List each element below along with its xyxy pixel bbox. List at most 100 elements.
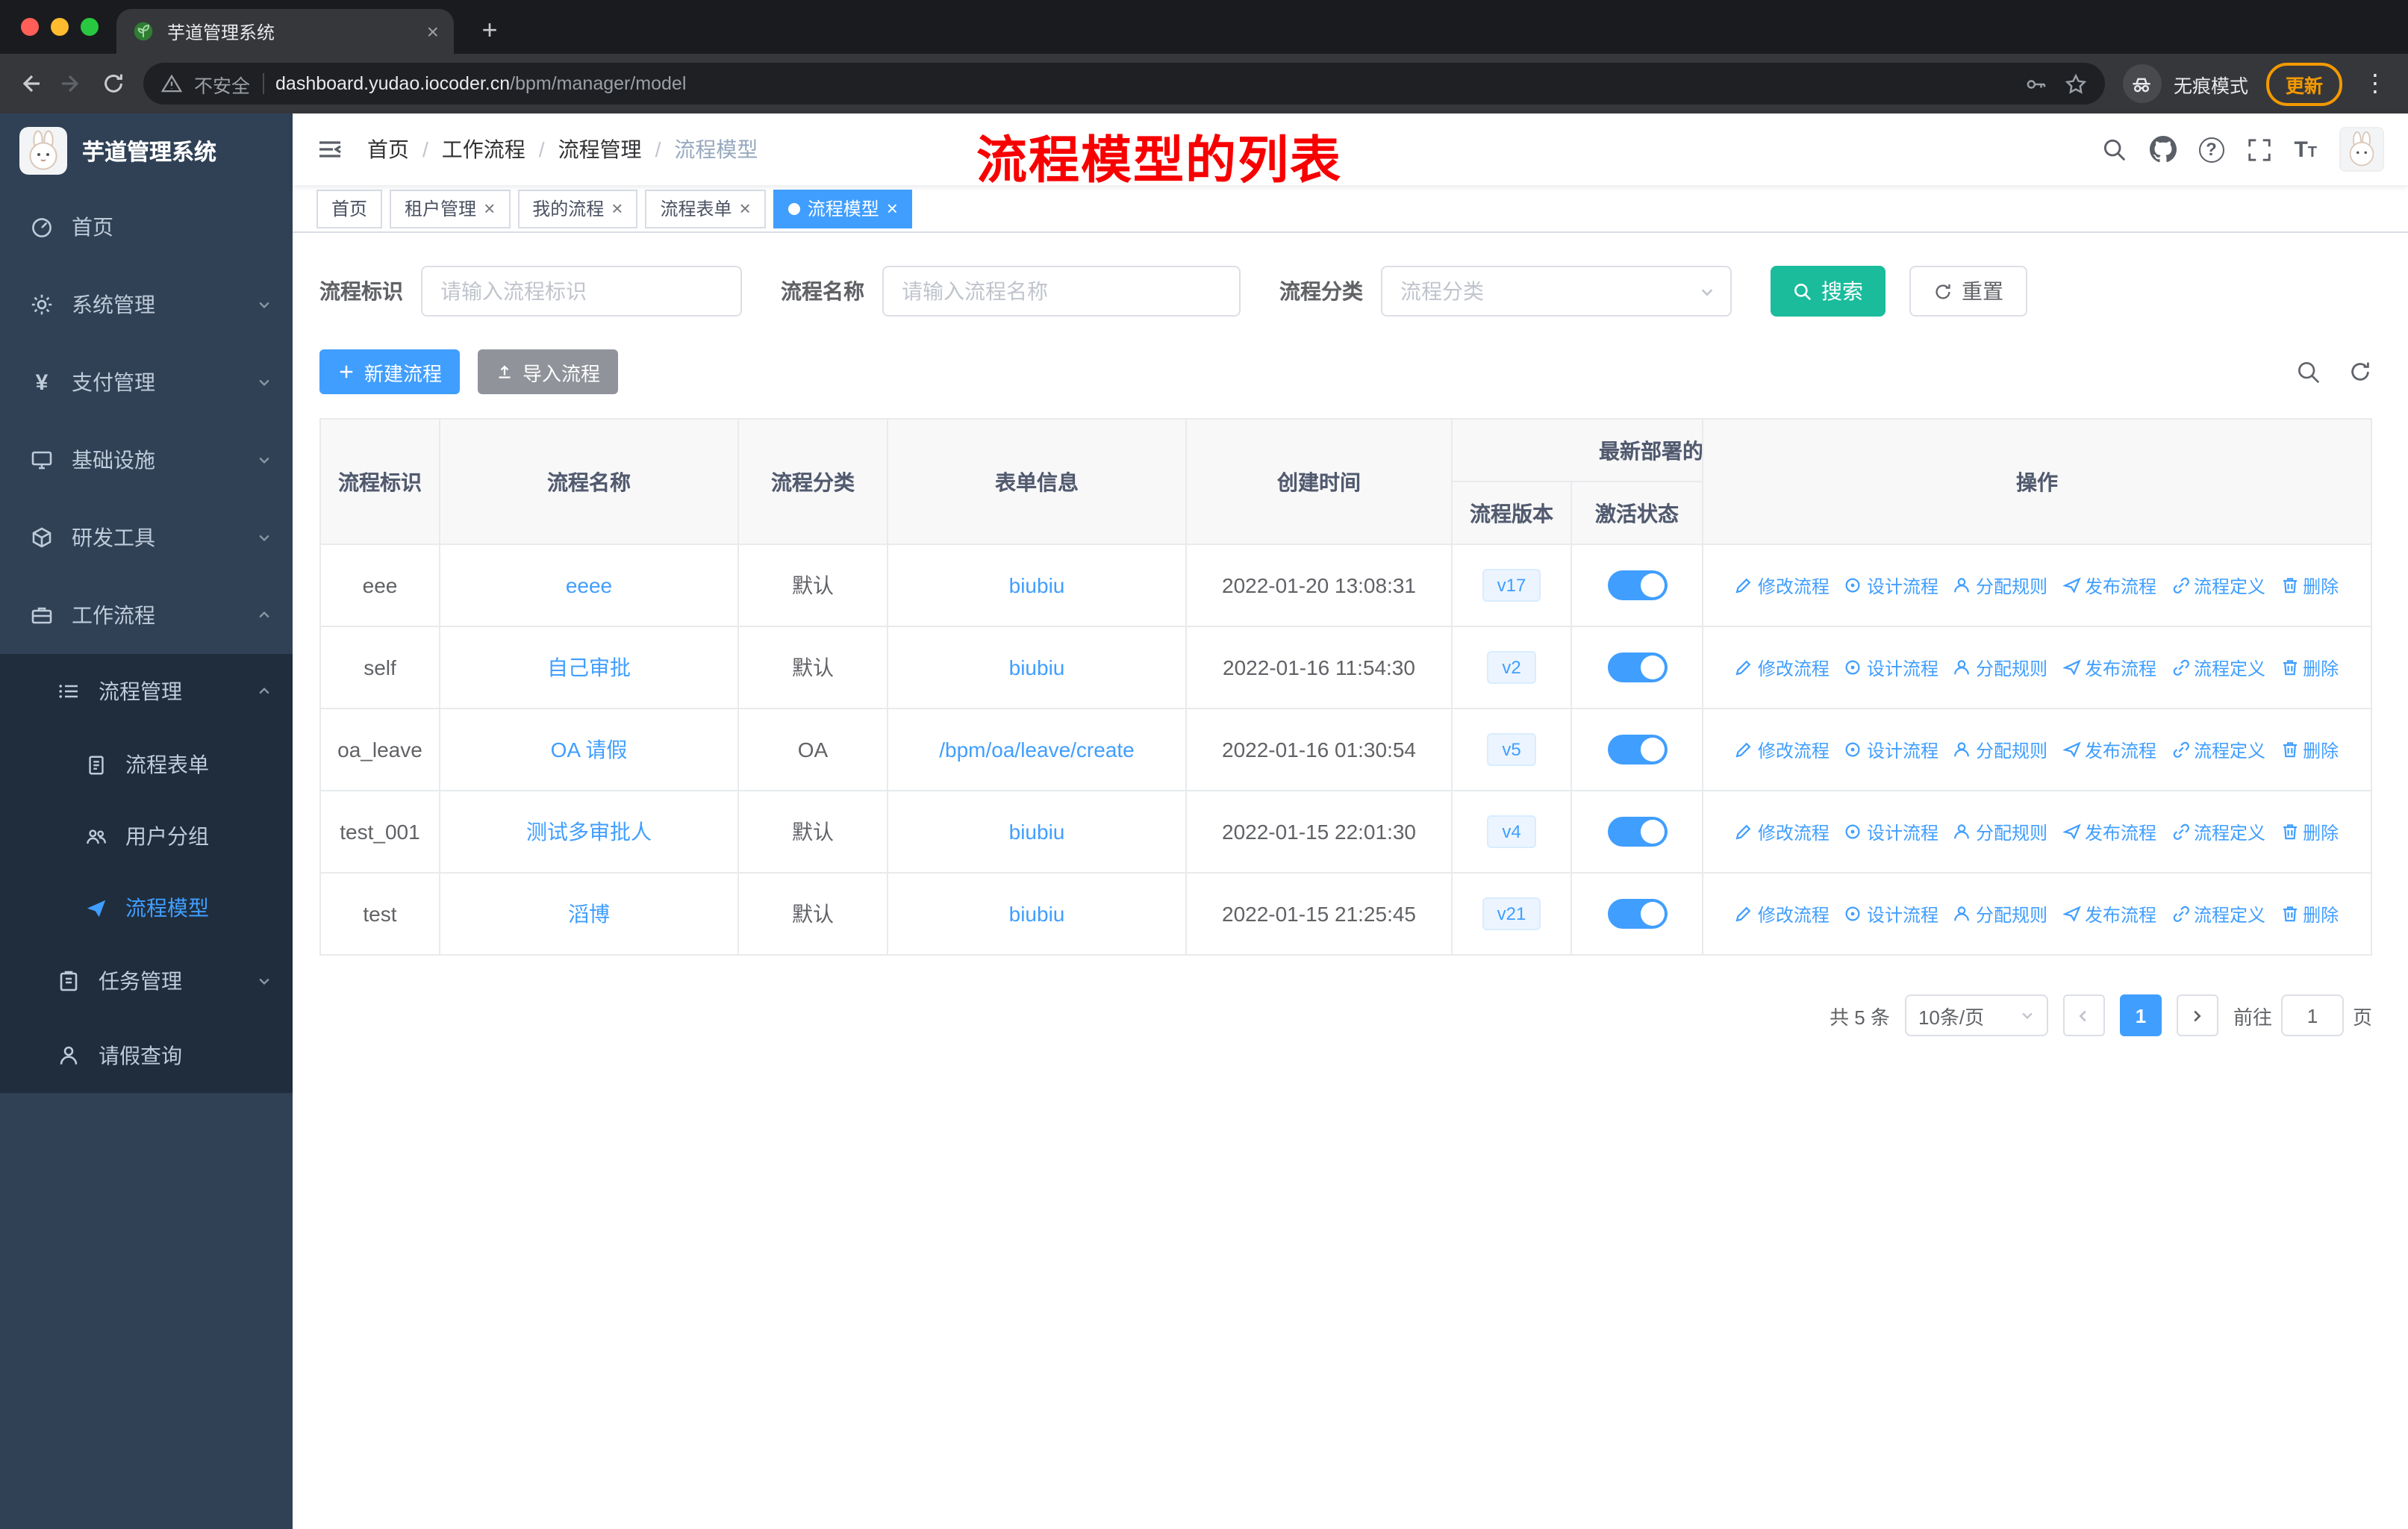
action-edit-process[interactable]: 修改流程 [1735,819,1830,844]
action-assign-rule[interactable]: 分配规则 [1953,573,2047,598]
github-icon[interactable] [2149,136,2177,163]
action-delete[interactable]: 删除 [2280,819,2339,844]
form-link[interactable]: biubiu [1009,902,1065,926]
sidebar-toggle-icon[interactable] [316,136,343,163]
action-process-definition[interactable]: 流程定义 [2171,573,2265,598]
process-name-link[interactable]: eeee [566,573,612,597]
sidebar-item-workflow[interactable]: 工作流程 [0,576,293,654]
action-delete[interactable]: 删除 [2280,901,2339,927]
breadcrumb-home[interactable]: 首页 [367,134,409,164]
reset-button[interactable]: 重置 [1909,266,2027,317]
action-edit-process[interactable]: 修改流程 [1735,901,1830,927]
form-link[interactable]: biubiu [1009,573,1065,597]
new-tab-button[interactable]: + [472,13,508,46]
process-name-link[interactable]: 自己审批 [547,655,631,679]
active-toggle[interactable] [1607,653,1667,682]
tag-tenant-mgmt[interactable]: 租户管理 × [390,189,511,228]
active-toggle[interactable] [1607,570,1667,600]
action-delete[interactable]: 删除 [2280,737,2339,762]
sidebar-item-system[interactable]: 系统管理 [0,266,293,343]
window-minimize-button[interactable] [51,18,69,36]
active-toggle[interactable] [1607,817,1667,847]
close-icon[interactable]: × [887,199,898,218]
action-edit-process[interactable]: 修改流程 [1735,655,1830,680]
breadcrumb-workflow[interactable]: 工作流程 [442,134,525,164]
sidebar-item-home[interactable]: 首页 [0,188,293,266]
process-name-input[interactable] [882,266,1241,317]
back-icon[interactable] [18,72,42,96]
forward-icon[interactable] [60,72,84,96]
process-name-link[interactable]: OA 请假 [551,738,628,762]
next-page-button[interactable] [2176,994,2218,1036]
action-assign-rule[interactable]: 分配规则 [1953,819,2047,844]
action-assign-rule[interactable]: 分配规则 [1953,737,2047,762]
bookmark-star-icon[interactable] [2065,72,2087,95]
action-assign-rule[interactable]: 分配规则 [1953,655,2047,680]
sidebar-item-task-mgmt[interactable]: 任务管理 [0,944,293,1018]
action-assign-rule[interactable]: 分配规则 [1953,901,2047,927]
action-process-definition[interactable]: 流程定义 [2171,737,2265,762]
form-link[interactable]: biubiu [1009,820,1065,844]
action-publish-process[interactable]: 发布流程 [2062,901,2156,927]
help-icon[interactable]: ? [2198,137,2224,162]
user-avatar[interactable] [2339,127,2384,172]
search-button[interactable]: 搜索 [1771,266,1885,317]
toggle-search-icon[interactable] [2296,359,2321,384]
breadcrumb-process-mgmt[interactable]: 流程管理 [558,134,642,164]
process-name-link[interactable]: 测试多审批人 [526,820,652,844]
action-design-process[interactable]: 设计流程 [1844,901,1938,927]
action-edit-process[interactable]: 修改流程 [1735,573,1830,598]
fullscreen-icon[interactable] [2246,137,2271,162]
browser-menu-icon[interactable]: ⋮ [2360,69,2390,99]
font-size-icon[interactable]: TT [2294,137,2317,162]
tag-process-model[interactable]: 流程模型 × [773,189,913,228]
address-bar[interactable]: 不安全 dashboard.yudao.iocoder.cn/bpm/manag… [143,63,2105,105]
create-process-button[interactable]: 新建流程 [319,349,461,394]
action-publish-process[interactable]: 发布流程 [2062,819,2156,844]
goto-page-input[interactable] [2280,994,2344,1036]
close-icon[interactable]: × [611,199,623,218]
sidebar-item-process-model[interactable]: 流程模型 [0,872,293,944]
password-key-icon[interactable] [2024,72,2047,95]
chrome-update-button[interactable]: 更新 [2265,62,2342,105]
action-publish-process[interactable]: 发布流程 [2062,655,2156,680]
window-close-button[interactable] [21,18,39,36]
action-edit-process[interactable]: 修改流程 [1735,737,1830,762]
active-toggle[interactable] [1607,735,1667,764]
page-1-button[interactable]: 1 [2119,994,2162,1036]
action-process-definition[interactable]: 流程定义 [2171,655,2265,680]
tag-my-process[interactable]: 我的流程 × [517,189,638,228]
action-design-process[interactable]: 设计流程 [1844,819,1938,844]
page-size-select[interactable]: 10条/页 [1904,994,2048,1036]
action-process-definition[interactable]: 流程定义 [2171,819,2265,844]
tab-close-icon[interactable]: × [427,21,439,42]
sidebar-item-infrastructure[interactable]: 基础设施 [0,421,293,499]
sidebar-item-payment[interactable]: ¥ 支付管理 [0,343,293,421]
action-design-process[interactable]: 设计流程 [1844,655,1938,680]
action-design-process[interactable]: 设计流程 [1844,573,1938,598]
action-delete[interactable]: 删除 [2280,573,2339,598]
category-select[interactable]: 流程分类 [1381,266,1732,317]
security-label[interactable]: 不安全 [194,69,250,98]
window-zoom-button[interactable] [81,18,99,36]
action-delete[interactable]: 删除 [2280,655,2339,680]
close-icon[interactable]: × [740,199,751,218]
close-icon[interactable]: × [484,199,495,218]
sidebar-item-devtools[interactable]: 研发工具 [0,499,293,576]
sidebar-item-leave-query[interactable]: 请假查询 [0,1018,293,1093]
tag-home[interactable]: 首页 [316,189,383,228]
search-icon[interactable] [2101,137,2127,162]
action-publish-process[interactable]: 发布流程 [2062,573,2156,598]
import-process-button[interactable]: 导入流程 [478,349,619,394]
refresh-table-icon[interactable] [2348,360,2372,384]
sidebar-item-process-form[interactable]: 流程表单 [0,729,293,800]
action-design-process[interactable]: 设计流程 [1844,737,1938,762]
process-name-link[interactable]: 滔博 [568,902,610,926]
browser-tab[interactable]: 芋道管理系统 × [116,9,454,54]
prev-page-button[interactable] [2062,994,2105,1036]
sidebar-item-user-group[interactable]: 用户分组 [0,800,293,872]
form-link[interactable]: /bpm/oa/leave/create [939,738,1135,762]
process-id-input[interactable] [421,266,742,317]
active-toggle[interactable] [1607,899,1667,929]
tag-process-form[interactable]: 流程表单 × [645,189,766,228]
